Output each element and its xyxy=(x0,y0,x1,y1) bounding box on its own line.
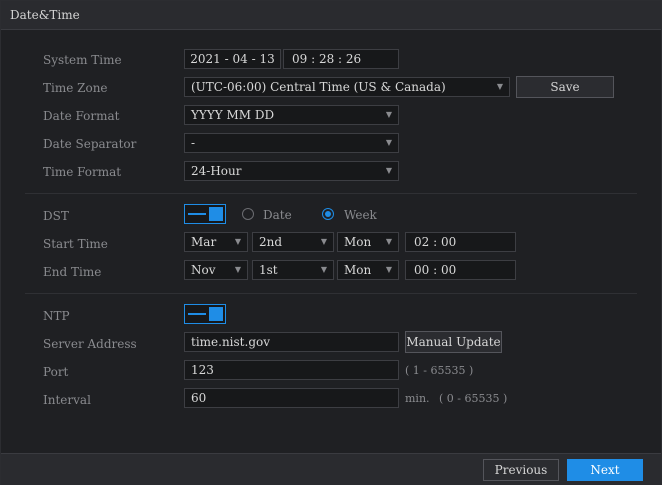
start-month-value: Mar xyxy=(191,235,217,249)
start-day-select[interactable]: Mon ▼ xyxy=(337,232,399,252)
toggle-track xyxy=(188,213,206,215)
date-time-panel: Date&Time System Time 2021 - 04 - 13 09 … xyxy=(0,0,662,485)
date-separator-label: Date Separator xyxy=(43,137,137,151)
time-zone-value: (UTC-06:00) Central Time (US & Canada) xyxy=(191,80,446,94)
system-date-input[interactable]: 2021 - 04 - 13 xyxy=(184,49,281,69)
time-zone-select[interactable]: (UTC-06:00) Central Time (US & Canada) ▼ xyxy=(184,77,510,97)
time-format-value: 24-Hour xyxy=(191,164,242,178)
page-title: Date&Time xyxy=(10,8,80,22)
server-address-input[interactable]: time.nist.gov xyxy=(184,332,399,352)
end-time-label: End Time xyxy=(43,265,102,279)
start-week-value: 2nd xyxy=(259,235,283,249)
previous-button[interactable]: Previous xyxy=(483,459,559,481)
chevron-down-icon: ▼ xyxy=(234,265,241,274)
port-range-hint: ( 1 - 65535 ) xyxy=(405,364,474,377)
dst-mode-date-label: Date xyxy=(263,208,292,222)
system-time-label: System Time xyxy=(43,53,122,67)
system-time-input[interactable]: 09 : 28 : 26 xyxy=(283,49,399,69)
end-day-select[interactable]: Mon ▼ xyxy=(337,260,399,280)
ntp-label: NTP xyxy=(43,309,70,323)
dst-toggle[interactable] xyxy=(184,204,226,224)
chevron-down-icon: ▼ xyxy=(496,82,503,91)
time-format-label: Time Format xyxy=(43,165,122,179)
manual-update-button[interactable]: Manual Update xyxy=(405,331,502,353)
start-time-label: Start Time xyxy=(43,237,108,251)
save-button[interactable]: Save xyxy=(516,76,614,98)
chevron-down-icon: ▼ xyxy=(385,237,392,246)
title-bar: Date&Time xyxy=(1,1,661,30)
chevron-down-icon: ▼ xyxy=(234,237,241,246)
end-week-value: 1st xyxy=(259,263,278,277)
chevron-down-icon: ▼ xyxy=(320,265,327,274)
port-input[interactable]: 123 xyxy=(184,360,399,380)
start-week-select[interactable]: 2nd ▼ xyxy=(252,232,334,252)
footer-bar: Previous Next xyxy=(1,453,661,485)
chevron-down-icon: ▼ xyxy=(385,265,392,274)
port-label: Port xyxy=(43,365,69,379)
chevron-down-icon: ▼ xyxy=(385,110,392,119)
interval-input[interactable]: 60 xyxy=(184,388,399,408)
interval-label: Interval xyxy=(43,393,91,407)
server-address-label: Server Address xyxy=(43,337,137,351)
end-week-select[interactable]: 1st ▼ xyxy=(252,260,334,280)
section-divider xyxy=(25,293,637,294)
next-button[interactable]: Next xyxy=(567,459,643,481)
time-zone-label: Time Zone xyxy=(43,81,108,95)
ntp-toggle[interactable] xyxy=(184,304,226,324)
dst-mode-week-radio[interactable] xyxy=(322,208,334,220)
dst-mode-date-radio[interactable] xyxy=(242,208,254,220)
end-day-value: Mon xyxy=(344,263,372,277)
time-format-select[interactable]: 24-Hour ▼ xyxy=(184,161,399,181)
toggle-track xyxy=(188,313,206,315)
toggle-knob xyxy=(209,207,223,221)
chevron-down-icon: ▼ xyxy=(320,237,327,246)
interval-unit: min. xyxy=(405,392,430,405)
interval-range-hint: ( 0 - 65535 ) xyxy=(439,392,508,405)
dst-mode-week-label: Week xyxy=(344,208,377,222)
section-divider xyxy=(25,193,637,194)
start-month-select[interactable]: Mar ▼ xyxy=(184,232,248,252)
dst-label: DST xyxy=(43,209,69,223)
toggle-knob xyxy=(209,307,223,321)
date-format-value: YYYY MM DD xyxy=(191,108,275,122)
date-separator-select[interactable]: - ▼ xyxy=(184,133,399,153)
chevron-down-icon: ▼ xyxy=(385,166,392,175)
end-month-value: Nov xyxy=(191,263,216,277)
end-time-input[interactable]: 00 : 00 xyxy=(405,260,516,280)
start-time-input[interactable]: 02 : 00 xyxy=(405,232,516,252)
end-month-select[interactable]: Nov ▼ xyxy=(184,260,248,280)
date-separator-value: - xyxy=(191,136,196,150)
chevron-down-icon: ▼ xyxy=(385,138,392,147)
date-format-label: Date Format xyxy=(43,109,120,123)
start-day-value: Mon xyxy=(344,235,372,249)
date-format-select[interactable]: YYYY MM DD ▼ xyxy=(184,105,399,125)
